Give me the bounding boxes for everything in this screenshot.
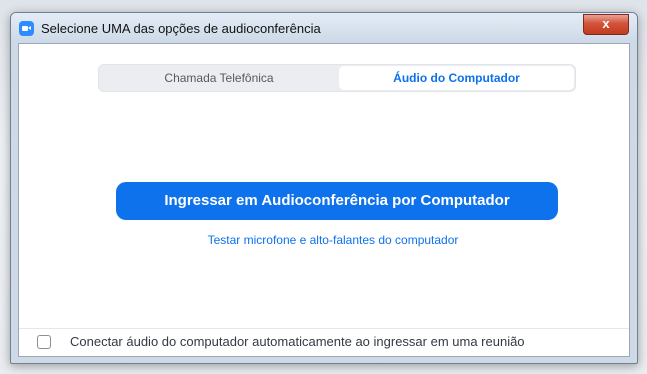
test-speaker-microphone-link[interactable]: Testar microfone e alto-falantes do comp…	[19, 233, 647, 247]
audio-type-tabs: Chamada Telefônica Áudio do Computador	[98, 64, 576, 92]
close-button[interactable]: x	[583, 14, 629, 35]
title-bar[interactable]: Selecione UMA das opções de audioconferê…	[11, 13, 637, 43]
auto-connect-row: Conectar áudio do computador automaticam…	[19, 328, 629, 357]
tab-phone-call[interactable]: Chamada Telefônica	[100, 66, 338, 90]
zoom-app-icon	[19, 21, 34, 36]
window-title: Selecione UMA das opções de audioconferê…	[41, 21, 321, 36]
auto-connect-label[interactable]: Conectar áudio do computador automaticam…	[70, 334, 525, 349]
auto-connect-checkbox[interactable]	[37, 335, 51, 349]
audio-options-dialog: Selecione UMA das opções de audioconferê…	[10, 12, 638, 364]
dialog-content: Chamada Telefônica Áudio do Computador I…	[18, 43, 630, 357]
tab-computer-audio[interactable]: Áudio do Computador	[339, 66, 574, 90]
join-computer-audio-button[interactable]: Ingressar em Audioconferência por Comput…	[116, 182, 558, 220]
